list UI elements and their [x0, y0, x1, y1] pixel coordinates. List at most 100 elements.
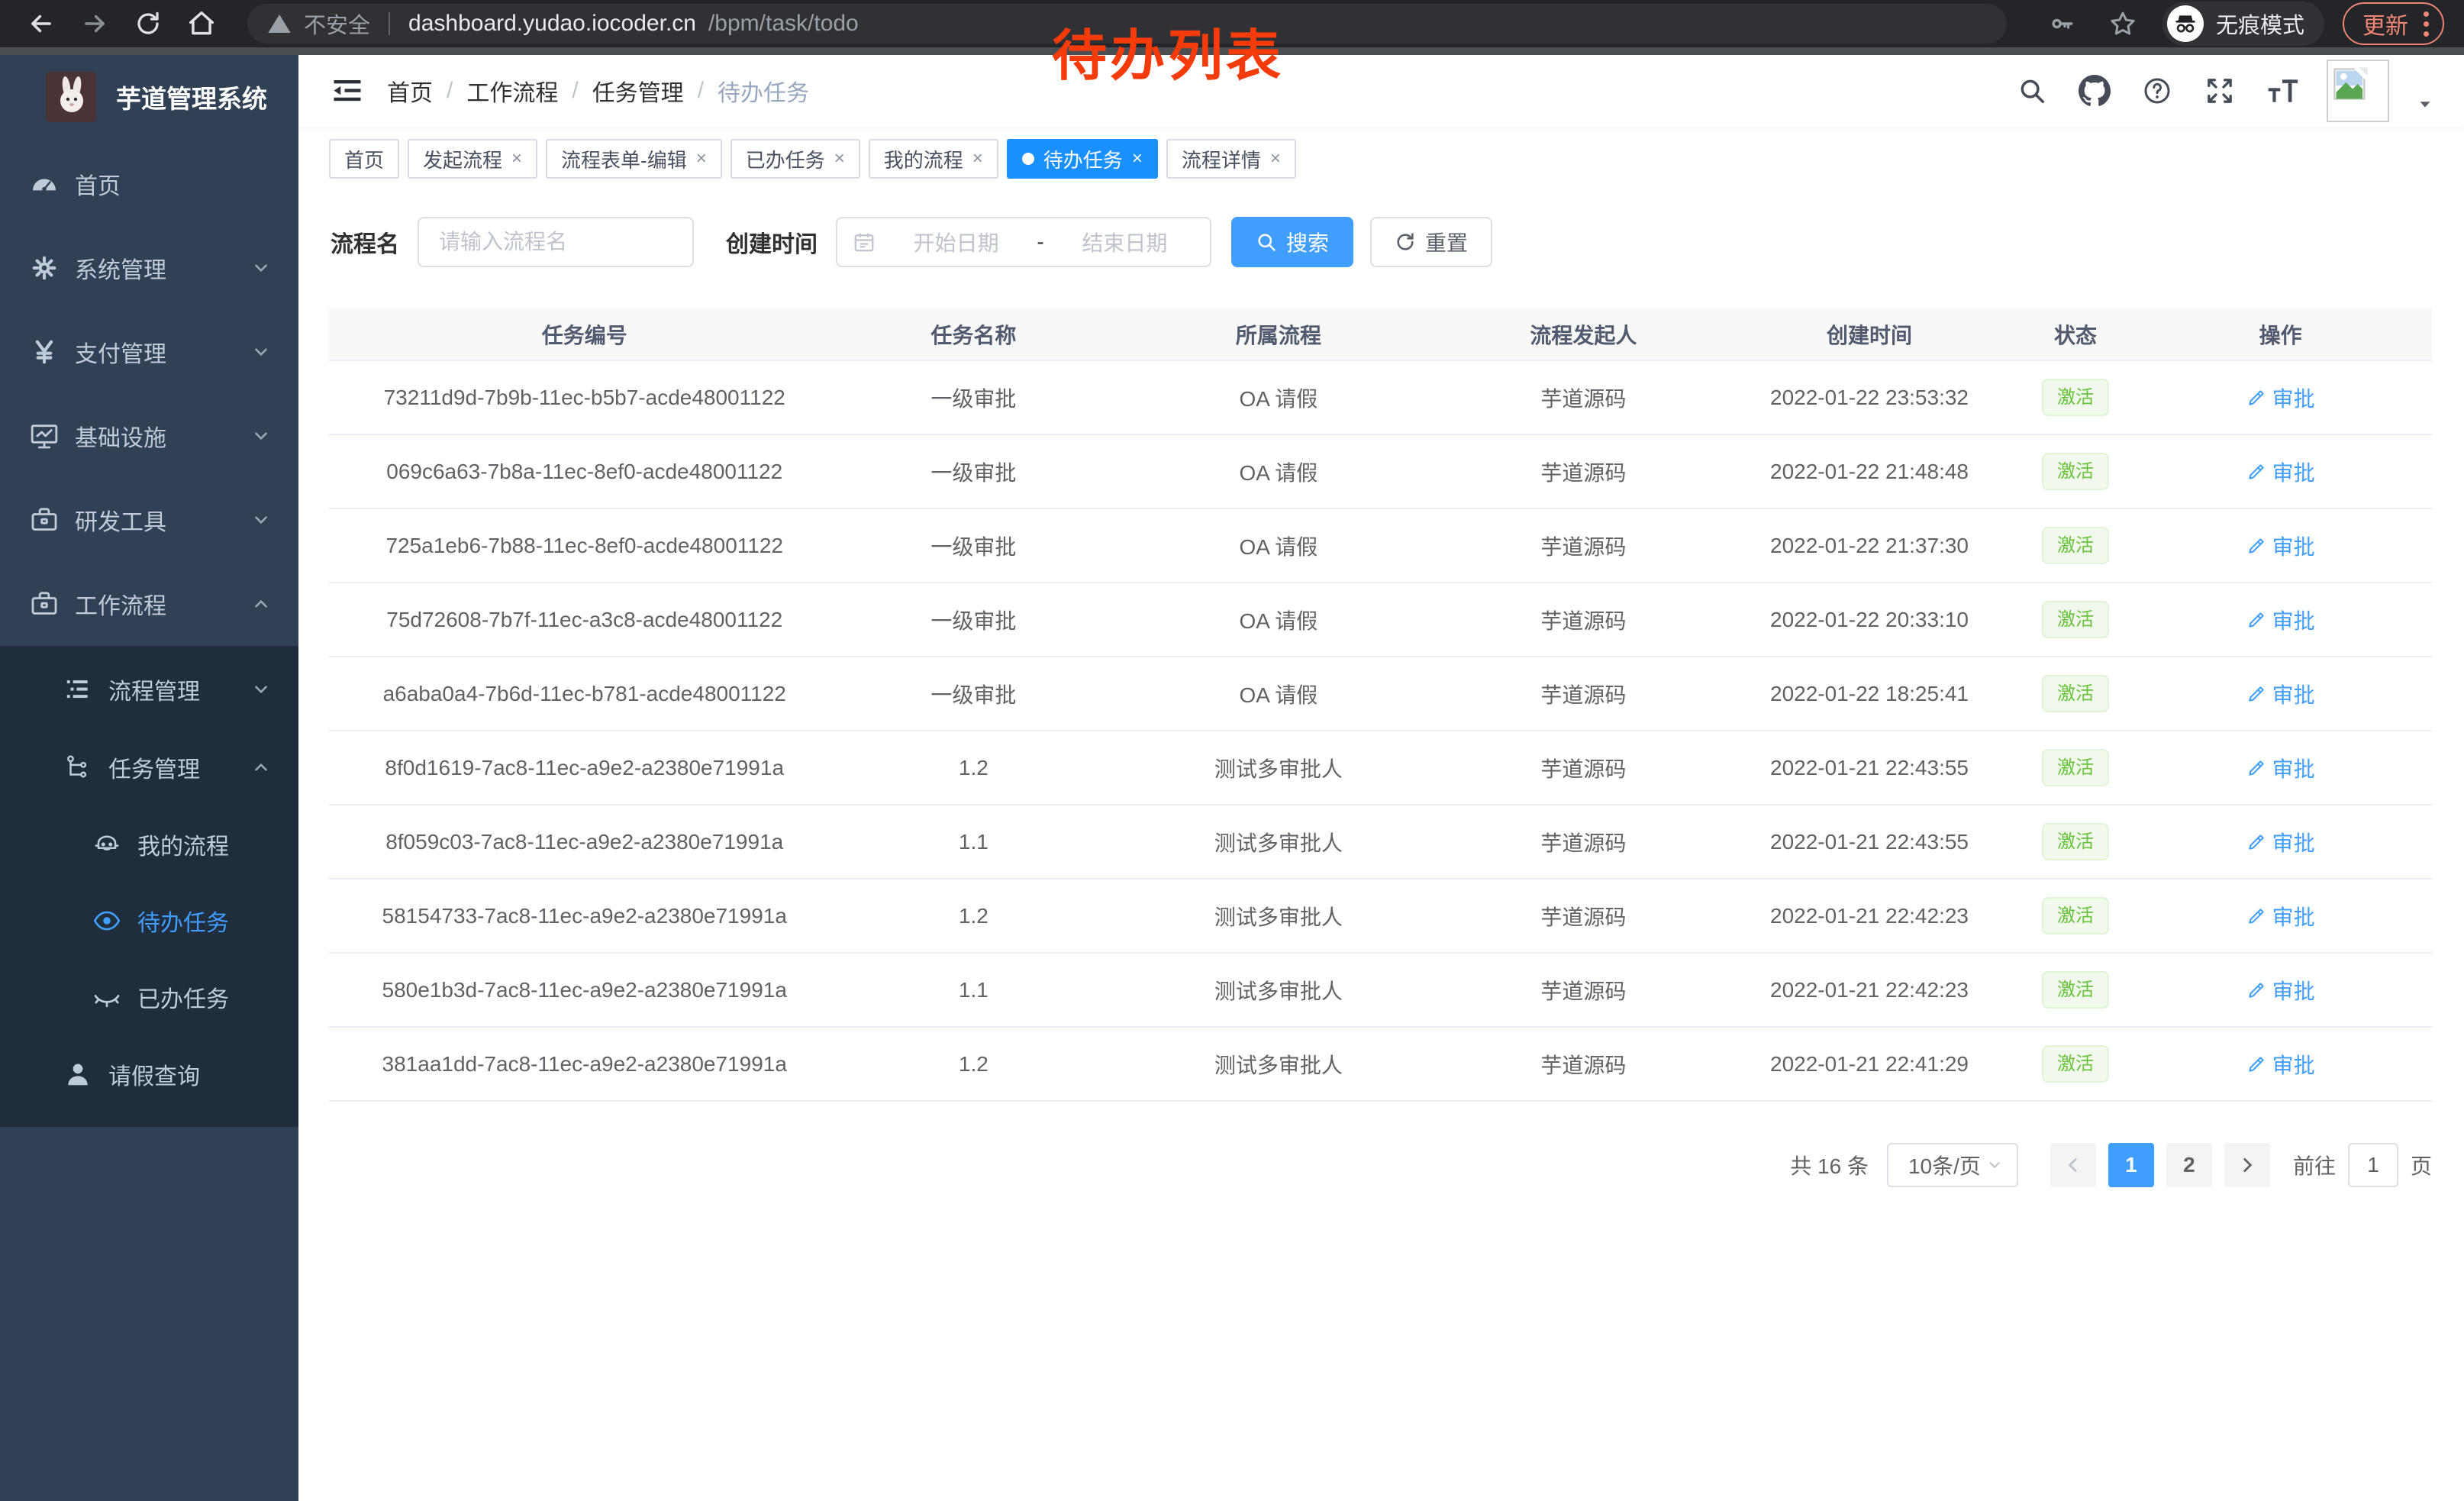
- next-page-button[interactable]: [2224, 1143, 2270, 1187]
- approve-link[interactable]: 审批: [2246, 1049, 2315, 1080]
- breadcrumb-task-mgmt[interactable]: 任务管理: [592, 74, 684, 108]
- tab-process-detail[interactable]: 流程详情 ×: [1166, 139, 1296, 179]
- password-key-icon[interactable]: [2040, 2, 2083, 45]
- sidebar-item-task-mgmt[interactable]: 任务管理: [0, 728, 298, 806]
- cell-status: 激活: [2022, 360, 2130, 434]
- font-size-icon[interactable]: [2264, 73, 2301, 109]
- approve-link[interactable]: 审批: [2246, 679, 2315, 709]
- cell-task-name: 1.1: [840, 805, 1107, 879]
- tab-todo-tasks[interactable]: 待办任务 ×: [1007, 139, 1158, 179]
- close-icon[interactable]: ×: [834, 150, 845, 168]
- table-row: 73211d9d-7b9b-11ec-b5b7-acde48001122 一级审…: [329, 360, 2432, 434]
- table-row: 8f0d1619-7ac8-11ec-a9e2-a2380e71991a 1.2…: [329, 731, 2432, 805]
- tab-my-process[interactable]: 我的流程 ×: [869, 139, 998, 179]
- cell-created: 2022-01-21 22:42:23: [1717, 879, 2021, 953]
- close-icon[interactable]: ×: [972, 150, 983, 168]
- home-icon[interactable]: [180, 2, 223, 45]
- sidebar-item-home[interactable]: 首页: [0, 142, 298, 226]
- goto-page-input[interactable]: [2348, 1143, 2398, 1187]
- close-icon[interactable]: ×: [1270, 150, 1281, 168]
- prev-page-button[interactable]: [2050, 1143, 2096, 1187]
- forward-icon[interactable]: [73, 2, 116, 45]
- back-icon[interactable]: [20, 2, 63, 45]
- edit-pencil-icon: [2246, 980, 2266, 1000]
- sidebar-item-done-tasks[interactable]: 已办任务: [0, 959, 298, 1035]
- close-icon[interactable]: ×: [696, 150, 707, 168]
- process-name-input[interactable]: [418, 217, 694, 267]
- close-icon[interactable]: ×: [511, 150, 522, 168]
- eye-closed-icon: [90, 980, 124, 1014]
- sidebar-item-leave-query[interactable]: 请假查询: [0, 1035, 298, 1113]
- list-icon: [61, 673, 95, 706]
- status-badge: 激活: [2042, 453, 2109, 491]
- bookmark-star-icon[interactable]: [2101, 2, 2144, 45]
- reload-icon[interactable]: [127, 2, 169, 45]
- app-logo[interactable]: 芋道管理系统: [0, 55, 298, 142]
- incognito-label: 无痕模式: [2216, 8, 2304, 40]
- tab-home[interactable]: 首页: [329, 139, 399, 179]
- chevron-down-icon: [1986, 1157, 2003, 1173]
- search-button[interactable]: 搜索: [1231, 217, 1353, 267]
- sidebar-item-process-mgmt[interactable]: 流程管理: [0, 650, 298, 728]
- table-row: 580e1b3d-7ac8-11ec-a9e2-a2380e71991a 1.1…: [329, 953, 2432, 1027]
- tab-start-process[interactable]: 发起流程 ×: [408, 139, 537, 179]
- breadcrumb-home[interactable]: 首页: [387, 74, 433, 108]
- cell-process: OA 请假: [1107, 508, 1450, 583]
- sidebar-item-infra[interactable]: 基础设施: [0, 394, 298, 478]
- sidebar-fold-icon[interactable]: [329, 73, 366, 109]
- caret-down-icon[interactable]: [2417, 95, 2433, 112]
- process-name-label: 流程名: [331, 225, 399, 259]
- status-badge: 激活: [2042, 675, 2109, 713]
- sidebar-item-todo-tasks[interactable]: 待办任务: [0, 883, 298, 959]
- sidebar-item-my-process[interactable]: 我的流程: [0, 806, 298, 883]
- cell-task-id: 725a1eb6-7b88-11ec-8ef0-acde48001122: [329, 508, 840, 583]
- approve-link[interactable]: 审批: [2246, 827, 2315, 857]
- github-icon[interactable]: [2076, 73, 2113, 109]
- approve-link[interactable]: 审批: [2246, 975, 2315, 1006]
- tab-form-edit[interactable]: 流程表单-编辑 ×: [546, 139, 722, 179]
- breadcrumb-workflow[interactable]: 工作流程: [466, 74, 558, 108]
- help-icon[interactable]: [2139, 73, 2175, 109]
- incognito-badge: 无痕模式: [2162, 2, 2324, 46]
- page-size-select[interactable]: 10条/页: [1887, 1143, 2018, 1187]
- update-button[interactable]: 更新: [2343, 2, 2444, 45]
- col-status: 状态: [2022, 308, 2130, 360]
- tab-done-tasks[interactable]: 已办任务 ×: [730, 139, 860, 179]
- approve-link[interactable]: 审批: [2246, 383, 2315, 413]
- cell-task-name: 一级审批: [840, 508, 1107, 583]
- reset-button[interactable]: 重置: [1370, 217, 1492, 267]
- cell-process: OA 请假: [1107, 434, 1450, 508]
- app-header: 首页 / 工作流程 / 任务管理 / 待办任务: [298, 55, 2464, 127]
- incognito-icon: [2167, 5, 2204, 42]
- sidebar-item-workflow[interactable]: 工作流程: [0, 562, 298, 646]
- date-range-picker[interactable]: 开始日期 - 结束日期: [836, 217, 1211, 267]
- avatar[interactable]: [2327, 60, 2389, 122]
- monitor-icon: [27, 419, 61, 453]
- cell-created: 2022-01-22 21:37:30: [1717, 508, 2021, 583]
- cell-task-id: 58154733-7ac8-11ec-a9e2-a2380e71991a: [329, 879, 840, 953]
- url-path: /bpm/task/todo: [708, 11, 859, 37]
- search-icon: [1256, 231, 1277, 253]
- table-header-row: 任务编号 任务名称 所属流程 流程发起人 创建时间 状态 操作: [329, 308, 2432, 360]
- approve-link[interactable]: 审批: [2246, 457, 2315, 487]
- chrome-menu-icon[interactable]: [2424, 11, 2429, 37]
- dashboard-icon: [27, 167, 61, 201]
- chevron-down-icon: [251, 258, 271, 278]
- approve-link[interactable]: 审批: [2246, 901, 2315, 931]
- page-button-1[interactable]: 1: [2108, 1143, 2154, 1187]
- approve-link[interactable]: 审批: [2246, 531, 2315, 561]
- cell-task-id: 8f059c03-7ac8-11ec-a9e2-a2380e71991a: [329, 805, 840, 879]
- sidebar-item-devtools[interactable]: 研发工具: [0, 478, 298, 562]
- approve-link[interactable]: 审批: [2246, 605, 2315, 635]
- sidebar-item-payment[interactable]: 支付管理: [0, 310, 298, 394]
- search-icon[interactable]: [2014, 73, 2050, 109]
- cell-task-id: 381aa1dd-7ac8-11ec-a9e2-a2380e71991a: [329, 1027, 840, 1101]
- cell-status: 激活: [2022, 879, 2130, 953]
- page-button-2[interactable]: 2: [2166, 1143, 2212, 1187]
- cell-task-id: 580e1b3d-7ac8-11ec-a9e2-a2380e71991a: [329, 953, 840, 1027]
- goto-label: 前往: [2293, 1150, 2336, 1180]
- approve-link[interactable]: 审批: [2246, 753, 2315, 783]
- sidebar-item-system[interactable]: 系统管理: [0, 226, 298, 310]
- close-icon[interactable]: ×: [1132, 150, 1143, 168]
- fullscreen-icon[interactable]: [2201, 73, 2238, 109]
